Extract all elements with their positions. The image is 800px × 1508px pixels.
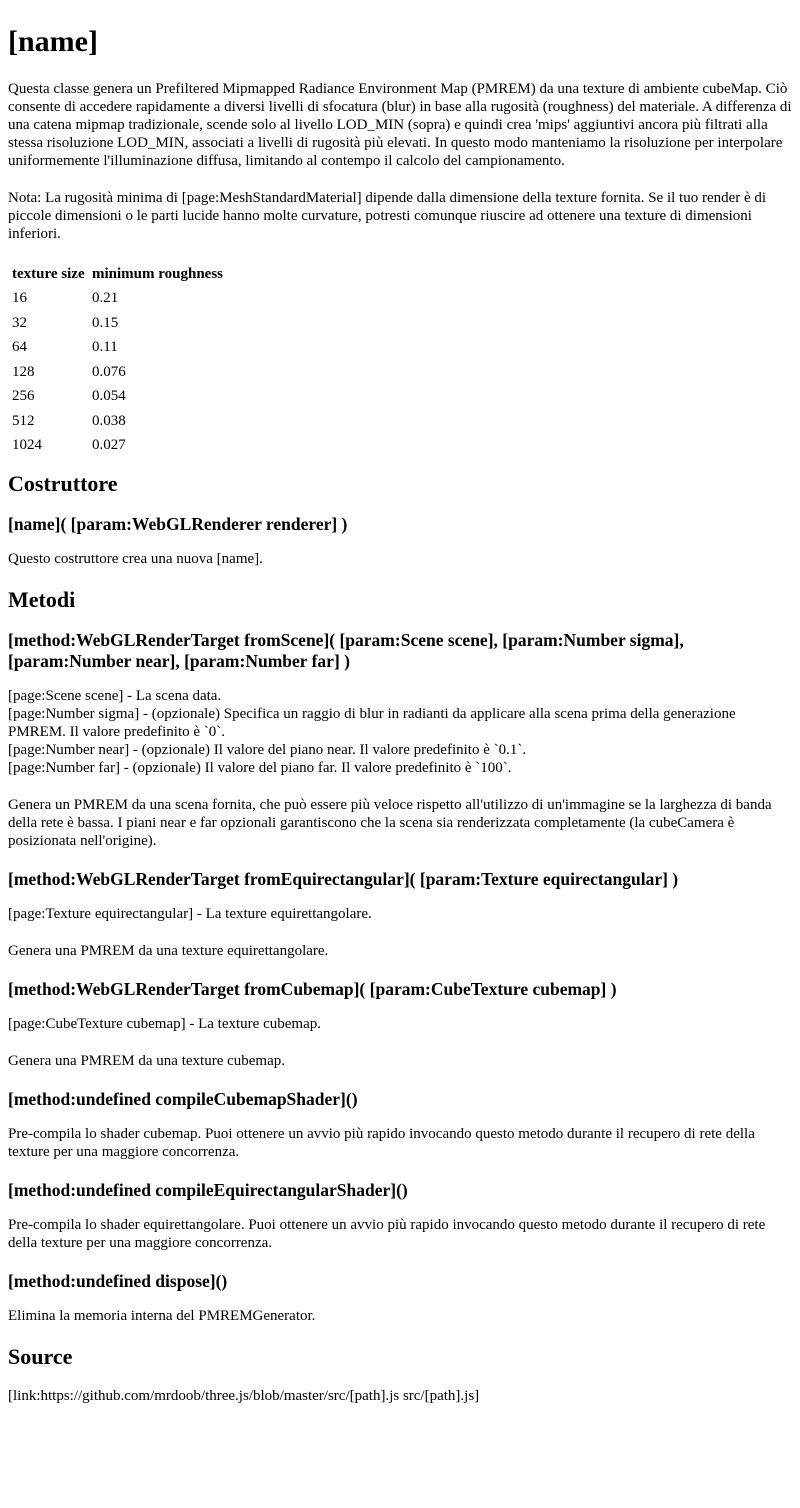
texture-size-cell: 128 (12, 363, 35, 380)
minimum-roughness-cell: 0.21 (92, 290, 119, 306)
table-row: 32 0.15 (11, 312, 224, 335)
minimum-roughness-cell: 0.076 (92, 363, 126, 380)
source-heading: Source (8, 1343, 73, 1369)
param-description: [page:Number far] - (opzionale) Il valor… (8, 759, 512, 776)
from-equirectangular-description: Genera una PMREM da una texture equirett… (8, 942, 329, 959)
constructor-description: Questo costruttore crea una nuova [name]… (8, 550, 263, 567)
minimum-roughness-cell: 0.15 (92, 314, 119, 331)
texture-size-cell: 64 (12, 339, 27, 355)
table-row: 64 0.11 (11, 336, 224, 359)
table-header-row: texture size minimum roughness (11, 264, 224, 285)
intro-paragraph: Questa classe genera un Prefiltered Mipm… (8, 81, 792, 169)
minimum-roughness-cell: 0.038 (92, 412, 126, 429)
table-row: 256 0.054 (11, 385, 224, 408)
from-cubemap-description: Genera una PMREM da una texture cubemap. (8, 1052, 285, 1069)
constructor-signature: [name]( [param:WebGLRenderer renderer] ) (8, 513, 348, 534)
compile-equirectangular-shader-description: Pre-compila lo shader equirettangolare. … (8, 1216, 766, 1251)
table-row: 512 0.038 (11, 410, 224, 433)
texture-size-cell: 16 (12, 290, 27, 306)
texture-size-cell: 256 (12, 388, 35, 404)
page-title: [name] (8, 25, 98, 58)
minimum-roughness-cell: 0.11 (92, 339, 118, 355)
method-signature-compile-cubemap-shader: [method:undefined compileCubemapShader](… (8, 1088, 358, 1109)
methods-heading: Metodi (8, 586, 76, 612)
method-signature-compile-equirectangular-shader: [method:undefined compileEquirectangular… (8, 1179, 408, 1200)
param-description: [page:Number near] - (opzionale) Il valo… (8, 741, 527, 758)
column-header-minimum-roughness: minimum roughness (92, 266, 224, 282)
doc-page: [name] Questa classe genera un Prefilter… (0, 24, 800, 1405)
minimum-roughness-cell: 0.027 (92, 437, 126, 453)
roughness-table: texture size minimum roughness 16 0.21 3… (9, 262, 226, 459)
param-description: [page:Number sigma] - (opzionale) Specif… (8, 705, 736, 740)
method-signature-from-equirectangular: [method:WebGLRenderTarget fromEquirectan… (8, 868, 679, 889)
from-scene-params: [page:Scene scene] - La scena data. [pag… (8, 687, 792, 777)
from-cubemap-param: [page:CubeTexture cubemap] - La texture … (8, 1015, 321, 1032)
texture-size-cell: 1024 (12, 437, 42, 453)
column-header-texture-size: texture size (12, 266, 85, 282)
constructor-heading: Costruttore (8, 470, 118, 496)
from-equirectangular-param: [page:Texture equirectangular] - La text… (8, 905, 372, 922)
param-description: [page:Scene scene] - La scena data. (8, 687, 222, 704)
note-paragraph: Nota: La rugosità minima di [page:MeshSt… (8, 190, 767, 242)
from-scene-description: Genera un PMREM da una scena fornita, ch… (8, 796, 772, 849)
texture-size-cell: 32 (12, 314, 27, 331)
method-signature-from-scene: [method:WebGLRenderTarget fromScene]( [p… (8, 629, 684, 671)
method-signature-dispose: [method:undefined dispose]() (8, 1270, 228, 1291)
compile-cubemap-shader-description: Pre-compila lo shader cubemap. Puoi otte… (8, 1125, 755, 1160)
minimum-roughness-cell: 0.054 (92, 388, 126, 404)
dispose-description: Elimina la memoria interna del PMREMGene… (8, 1307, 316, 1324)
source-link: [link:https://github.com/mrdoob/three.js… (8, 1387, 480, 1404)
table-row: 16 0.21 (11, 287, 224, 310)
method-signature-from-cubemap: [method:WebGLRenderTarget fromCubemap]( … (8, 978, 617, 999)
table-row: 1024 0.027 (11, 434, 224, 457)
texture-size-cell: 512 (12, 412, 35, 429)
table-row: 128 0.076 (11, 361, 224, 384)
